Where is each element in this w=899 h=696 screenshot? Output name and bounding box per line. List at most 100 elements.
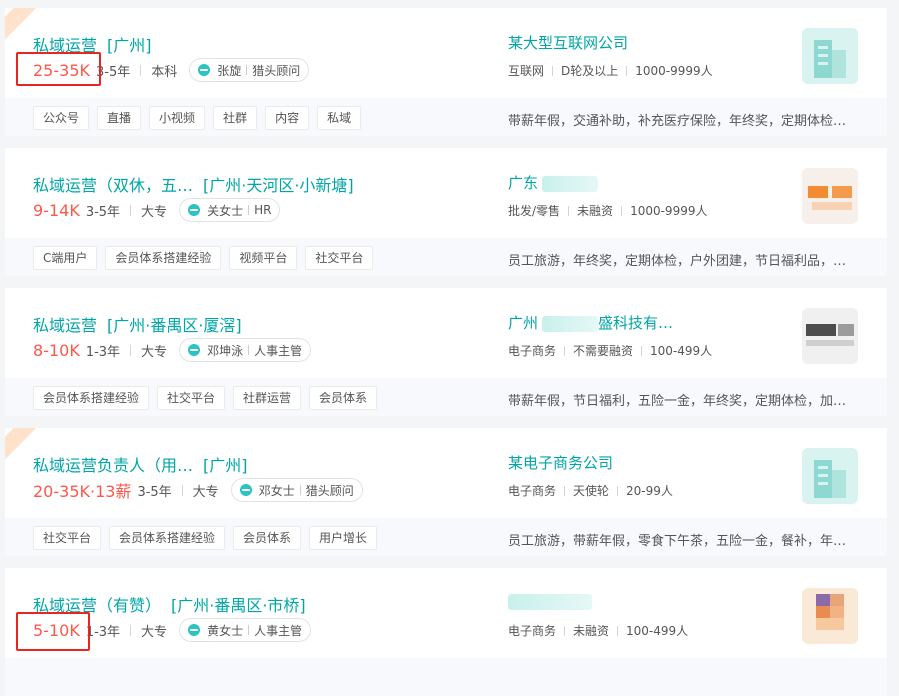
company-industry: 电子商务 xyxy=(508,344,557,358)
chat-icon xyxy=(198,64,211,76)
recruiter-name: 关女士 xyxy=(207,203,244,218)
company-size: 1000-9999人 xyxy=(635,64,713,78)
divider xyxy=(299,485,301,495)
company-name-link[interactable]: 某大型互联网公司 xyxy=(508,32,628,53)
skill-tag[interactable]: 会员体系 xyxy=(309,386,378,410)
company-name-text: 某电子商务公司 xyxy=(508,454,614,472)
skill-tag[interactable]: C端用户 xyxy=(33,246,98,270)
recruiter-name: 邓女士 xyxy=(258,483,295,498)
job-card-footer xyxy=(5,658,887,696)
job-card[interactable]: 私域运营负责人（用… [广州] 20-35K·13薪 3-5年 大专 邓女士 猎头… xyxy=(5,428,887,556)
company-stage: 未融资 xyxy=(577,204,614,218)
salary: 9-14K xyxy=(33,200,80,220)
mosaic-logo-icon[interactable] xyxy=(802,588,858,644)
divider xyxy=(617,625,619,636)
divider xyxy=(617,485,619,496)
skill-tag[interactable]: 视频平台 xyxy=(229,246,298,270)
divider xyxy=(564,485,566,496)
company-name-link[interactable] xyxy=(508,592,592,610)
company-name-link[interactable]: 某电子商务公司 xyxy=(508,452,613,473)
recruiter-role: 人事主管 xyxy=(254,343,303,358)
recruiter-chat-button[interactable]: 张旋 猎头顾问 xyxy=(189,58,310,82)
job-location: [广州] xyxy=(203,456,248,475)
chat-icon xyxy=(188,204,201,216)
skill-tag[interactable]: 社群运营 xyxy=(233,386,302,410)
skill-tag[interactable]: 社交平台 xyxy=(157,386,226,410)
experience-requirement: 3-5年 xyxy=(85,204,121,220)
skill-tag[interactable]: 直播 xyxy=(97,106,142,130)
job-location: [广州·番禺区·市桥] xyxy=(171,596,306,615)
company-welfare: 员工旅游，年终奖，定期体检，户外团建，节日福利品，… xyxy=(508,254,847,269)
company-name-link[interactable]: 广东 xyxy=(508,172,599,193)
job-card[interactable]: 私域运营（有赞） [广州·番禺区·市桥] 5-10K 1-3年 大专 黄女士 人事… xyxy=(5,568,887,696)
skill-tags: 会员体系搭建经验 社交平台 社群运营 会员体系 xyxy=(33,386,385,410)
skill-tag[interactable]: 会员体系搭建经验 xyxy=(105,246,222,270)
divider xyxy=(181,484,183,496)
recruiter-chat-button[interactable]: 邓坤泳 人事主管 xyxy=(179,338,312,362)
recruiter-chat-button[interactable]: 黄女士 人事主管 xyxy=(179,618,312,642)
salary: 8-10K xyxy=(33,340,80,360)
recruiter-role: HR xyxy=(254,203,272,217)
experience-requirement: 1-3年 xyxy=(85,624,121,640)
experience-requirement: 3-5年 xyxy=(95,64,131,80)
company-size: 20-99人 xyxy=(626,484,673,498)
divider xyxy=(140,64,142,76)
company-welfare: 带薪年假，节日福利，五险一金，年终奖，定期体检，加… xyxy=(508,394,847,409)
job-title-link[interactable]: 私域运营 [广州·番禺区·厦滘] xyxy=(33,312,242,336)
skill-tag[interactable]: 小视频 xyxy=(149,106,206,130)
job-meta-row: 9-14K 3-5年 大专 关女士 HR xyxy=(33,197,281,223)
skill-tag[interactable]: 会员体系 xyxy=(233,526,302,550)
salary-highlight-box xyxy=(16,612,90,651)
job-title-link[interactable]: 私域运营（双休，五… [广州·天河区·小新塘] xyxy=(33,172,354,196)
job-card[interactable]: 私域运营 [广州·番禺区·厦滘] 8-10K 1-3年 大专 邓坤泳 人事主管 会… xyxy=(5,288,887,416)
company-stage: 天使轮 xyxy=(573,484,610,498)
job-meta-row: 20-35K·13薪 3-5年 大专 邓女士 猎头顾问 xyxy=(33,477,363,503)
company-industry: 电子商务 xyxy=(508,624,557,638)
recruiter-role: 猎头顾问 xyxy=(305,483,354,498)
divider xyxy=(248,625,250,635)
skill-tag[interactable]: 内容 xyxy=(265,106,310,130)
education-requirement: 大专 xyxy=(141,624,168,640)
job-title: 私域运营负责人（用… xyxy=(33,456,194,475)
company-name-link[interactable]: 广州 盛科技有… xyxy=(508,312,673,333)
redacted-text-block xyxy=(542,175,599,192)
skill-tag[interactable]: 用户增长 xyxy=(309,526,378,550)
skill-tag[interactable]: 私域 xyxy=(317,106,362,130)
skill-tag[interactable]: 会员体系搭建经验 xyxy=(109,526,226,550)
company-info: 电子商务 不需要融资 100-499人 xyxy=(508,342,712,359)
recruiter-chat-button[interactable]: 邓女士 猎头顾问 xyxy=(230,478,363,502)
orange-logo-icon[interactable] xyxy=(802,168,858,224)
company-name-text: 广东 xyxy=(508,174,539,192)
skill-tag[interactable]: 社交平台 xyxy=(305,246,374,270)
divider xyxy=(564,345,566,356)
skill-tags: 社交平台 会员体系搭建经验 会员体系 用户增长 xyxy=(33,526,385,550)
redacted-text-block xyxy=(508,593,592,610)
company-stage: 未融资 xyxy=(573,624,610,638)
skill-tag[interactable]: 社交平台 xyxy=(33,526,102,550)
job-title: 私域运营（双休，五… xyxy=(33,176,194,195)
education-requirement: 本科 xyxy=(151,64,178,80)
job-title-link[interactable]: 私域运营负责人（用… [广州] xyxy=(33,452,248,476)
dark-logo-icon[interactable] xyxy=(802,308,858,364)
education-requirement: 大专 xyxy=(192,484,219,500)
skill-tag[interactable]: 社群 xyxy=(213,106,258,130)
chat-icon xyxy=(188,344,201,356)
skill-tag[interactable]: 会员体系搭建经验 xyxy=(33,386,150,410)
recruiter-role: 人事主管 xyxy=(254,623,303,638)
building-logo-icon[interactable] xyxy=(802,448,858,504)
building-logo-icon[interactable] xyxy=(802,28,858,84)
company-info: 批发/零售 未融资 1000-9999人 xyxy=(508,202,707,219)
job-card[interactable]: 私域运营 [广州] 25-35K 3-5年 本科 张旋 猎头顾问 公众号 直播 小视频… xyxy=(5,8,887,136)
company-info: 电子商务 未融资 100-499人 xyxy=(508,622,688,639)
recruiter-chat-button[interactable]: 关女士 HR xyxy=(179,198,281,222)
divider xyxy=(568,205,570,216)
company-name-suffix: 盛科技有… xyxy=(598,314,674,332)
company-industry: 批发/零售 xyxy=(508,204,561,218)
redacted-text-block xyxy=(542,315,599,332)
recruiter-name: 邓坤泳 xyxy=(207,343,244,358)
skill-tag[interactable]: 公众号 xyxy=(33,106,90,130)
job-card[interactable]: 私域运营（双休，五… [广州·天河区·小新塘] 9-14K 3-5年 大专 关女士… xyxy=(5,148,887,276)
divider xyxy=(130,204,132,216)
company-welfare: 带薪年假，交通补助，补充医疗保险，年终奖，定期体检… xyxy=(508,114,847,129)
company-welfare: 员工旅游，带薪年假，零食下午茶，五险一金，餐补，年… xyxy=(508,534,847,549)
